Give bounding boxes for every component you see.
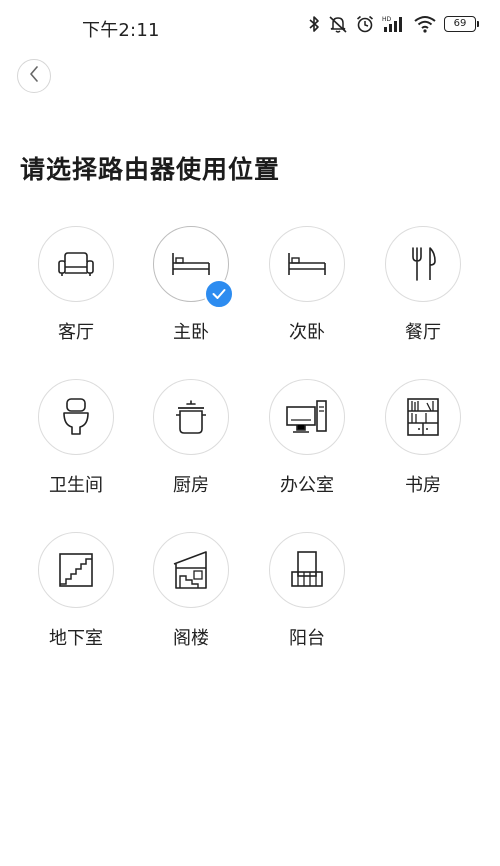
svg-text:HD: HD (382, 16, 392, 23)
hd-signal-icon: HD (382, 15, 406, 33)
location-label: 餐厅 (405, 322, 441, 343)
location-circle[interactable] (269, 226, 345, 302)
location-circle[interactable] (38, 226, 114, 302)
toilet-icon (61, 397, 91, 437)
bed-icon (170, 249, 212, 279)
bookshelf-icon (406, 397, 440, 437)
location-circle[interactable] (153, 379, 229, 455)
computer-icon (285, 399, 329, 435)
location-circle[interactable] (385, 379, 461, 455)
screen: 下午2:11 HD 69 请选择路由器使用位置 客厅 主卧 次卧 餐厅 卫生间 … (0, 0, 500, 866)
location-label: 卫生间 (49, 475, 103, 496)
location-circle[interactable] (153, 532, 229, 608)
location-label: 阁楼 (173, 628, 209, 649)
location-circle[interactable] (153, 226, 234, 309)
check-badge (204, 279, 234, 309)
location-label: 次卧 (289, 322, 325, 343)
fork-knife-icon (408, 245, 438, 283)
location-circle[interactable] (38, 379, 114, 455)
mute-icon (328, 15, 348, 33)
location-label: 厨房 (173, 475, 209, 496)
location-label: 办公室 (280, 475, 334, 496)
stairs-icon (58, 552, 94, 588)
location-master-bedroom[interactable]: 主卧 (141, 226, 241, 346)
status-icons: HD 69 (308, 15, 479, 33)
location-label: 主卧 (173, 322, 209, 343)
bluetooth-icon (308, 15, 320, 33)
chevron-left-icon (28, 66, 40, 86)
location-circle[interactable] (269, 379, 345, 455)
location-kitchen[interactable]: 厨房 (141, 379, 241, 499)
location-study[interactable]: 书房 (373, 379, 473, 499)
sofa-icon (56, 248, 96, 280)
location-attic[interactable]: 阁楼 (141, 532, 241, 652)
back-button[interactable] (17, 59, 51, 93)
battery-icon: 69 (444, 16, 479, 32)
location-living-room[interactable]: 客厅 (26, 226, 126, 346)
attic-icon (172, 550, 210, 590)
location-circle[interactable] (38, 532, 114, 608)
alarm-icon (356, 15, 374, 33)
wifi-icon (414, 15, 436, 33)
status-time: 下午2:11 (82, 20, 160, 41)
location-label: 地下室 (49, 628, 103, 649)
location-second-bedroom[interactable]: 次卧 (257, 226, 357, 346)
location-balcony[interactable]: 阳台 (257, 532, 357, 652)
location-office[interactable]: 办公室 (257, 379, 357, 499)
location-label: 客厅 (58, 322, 94, 343)
location-label: 阳台 (289, 628, 325, 649)
location-circle[interactable] (385, 226, 461, 302)
page-title: 请选择路由器使用位置 (20, 155, 281, 184)
bed-icon (286, 249, 328, 279)
balcony-icon (289, 550, 325, 590)
cooking-pot-icon (173, 398, 209, 436)
location-bathroom[interactable]: 卫生间 (26, 379, 126, 499)
status-bar: 下午2:11 HD 69 (0, 0, 500, 54)
location-basement[interactable]: 地下室 (26, 532, 126, 652)
location-circle[interactable] (269, 532, 345, 608)
location-dining-room[interactable]: 餐厅 (373, 226, 473, 346)
location-label: 书房 (405, 475, 441, 496)
